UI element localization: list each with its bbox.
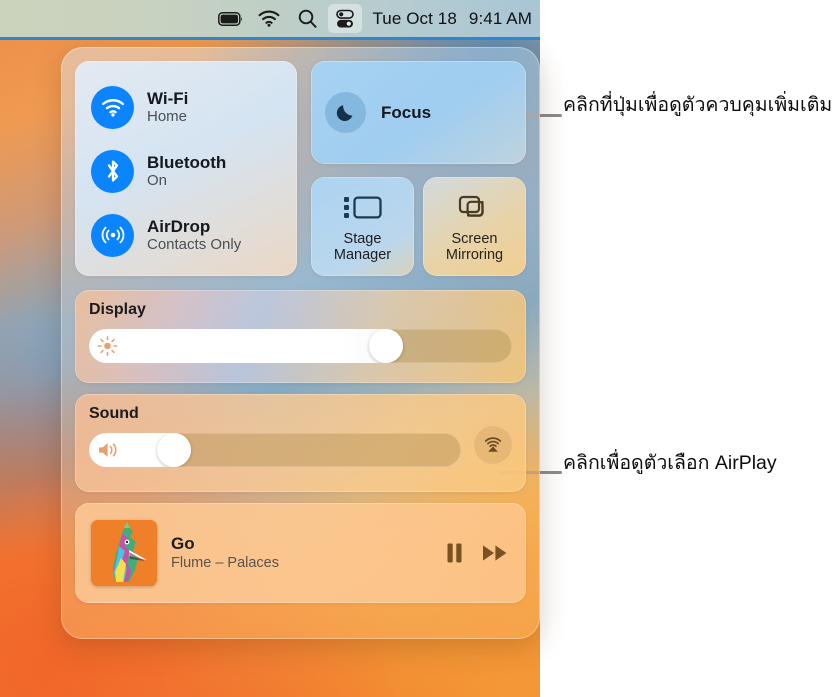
wifi-text: Wi-Fi Home: [147, 89, 188, 126]
focus-tile[interactable]: Focus: [311, 61, 526, 164]
moon-icon: [325, 92, 366, 133]
screen-mirroring-label-line1: Screen: [451, 230, 498, 247]
sound-slider-knob[interactable]: [156, 433, 191, 467]
menu-bar: Tue Oct 18 9:41 AM: [0, 0, 540, 40]
control-center-icon[interactable]: [328, 4, 363, 33]
airdrop-text: AirDrop Contacts Only: [147, 217, 241, 254]
sound-volume-slider[interactable]: [89, 433, 461, 467]
control-center-panel: Wi-Fi Home Bluetooth On AirDrop Contacts…: [61, 47, 540, 639]
focus-label: Focus: [381, 102, 432, 122]
screen-mirroring-icon: [458, 190, 492, 226]
fast-forward-icon[interactable]: [482, 543, 508, 563]
airdrop-row[interactable]: AirDrop Contacts Only: [91, 203, 297, 267]
now-playing-subtitle: Flume – Palaces: [171, 555, 279, 572]
battery-icon[interactable]: [214, 4, 248, 33]
menu-bar-time: 9:41 AM: [468, 8, 532, 28]
stage-manager-tile[interactable]: Stage Manager: [311, 177, 414, 276]
bluetooth-text: Bluetooth On: [147, 153, 226, 190]
sound-row: [89, 423, 512, 467]
stage-manager-label: Stage Manager: [333, 230, 392, 263]
display-tile: Display: [75, 290, 526, 383]
volume-icon: [97, 440, 121, 460]
stage-manager-label-line2: Manager: [333, 246, 392, 263]
sound-tile: Sound: [75, 394, 526, 492]
album-artwork: [91, 520, 157, 586]
screen-mirroring-label-line2: Mirroring: [445, 246, 504, 263]
airdrop-status: Contacts Only: [147, 235, 242, 253]
wifi-row[interactable]: Wi-Fi Home: [91, 75, 297, 139]
now-playing-title: Go: [171, 534, 195, 554]
bluetooth-icon: [91, 149, 134, 193]
playback-controls: [445, 542, 508, 564]
display-brightness-slider[interactable]: [89, 329, 512, 363]
screen-mirroring-label: Screen Mirroring: [445, 230, 504, 263]
bluetooth-row[interactable]: Bluetooth On: [91, 139, 297, 203]
wifi-icon[interactable]: [252, 4, 286, 33]
display-slider-knob[interactable]: [369, 329, 404, 363]
display-label: Display: [89, 301, 146, 318]
connectivity-tile: Wi-Fi Home Bluetooth On AirDrop Contacts…: [75, 61, 297, 276]
bluetooth-label: Bluetooth: [147, 152, 227, 172]
screen-mirroring-tile[interactable]: Screen Mirroring: [423, 177, 526, 276]
airdrop-label: AirDrop: [147, 216, 211, 236]
airdrop-icon: [91, 213, 134, 257]
display-slider-fill: [89, 329, 404, 363]
screenshot-root: Tue Oct 18 9:41 AM Wi-Fi Home Bluetooth …: [0, 0, 835, 697]
wifi-label: Wi-Fi: [147, 88, 189, 108]
pause-icon[interactable]: [445, 542, 464, 564]
wifi-icon: [91, 85, 134, 129]
now-playing-tile: Go Flume – Palaces: [75, 503, 526, 603]
airplay-icon[interactable]: [474, 426, 512, 464]
menu-bar-clock[interactable]: Tue Oct 18 9:41 AM: [372, 9, 532, 29]
sound-label: Sound: [89, 405, 139, 422]
bluetooth-status: On: [147, 171, 168, 189]
now-playing-text: Go Flume – Palaces: [171, 534, 445, 572]
wifi-status: Home: [147, 107, 188, 125]
spotlight-search-icon[interactable]: [290, 4, 324, 33]
brightness-icon: [97, 336, 118, 357]
annotation-airplay: คลิกเพื่อดูตัวเลือก AirPlay: [563, 452, 777, 474]
stage-manager-label-line1: Stage: [343, 230, 382, 247]
annotation-focus: คลิกที่ปุ่มเพื่อดูตัวควบคุมเพิ่มเติม: [563, 94, 833, 116]
stage-manager-icon: [343, 190, 383, 226]
menu-bar-date: Tue Oct 18: [372, 8, 457, 28]
